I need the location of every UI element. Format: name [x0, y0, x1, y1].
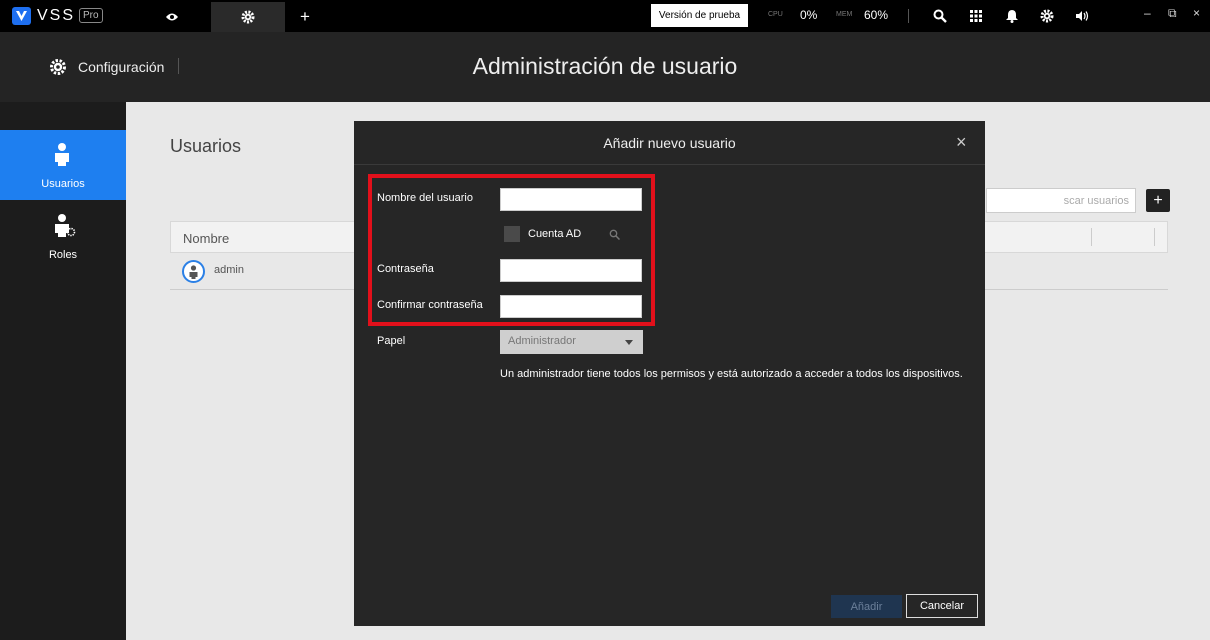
- notification-bell-icon[interactable]: [1004, 8, 1020, 24]
- ad-account-label: Cuenta AD: [528, 228, 582, 240]
- cancel-button[interactable]: Cancelar: [906, 594, 978, 618]
- add-tab-button[interactable]: +: [285, 2, 325, 32]
- sidebar-item-label: Roles: [48, 249, 78, 261]
- close-icon[interactable]: ×: [956, 133, 967, 151]
- add-button[interactable]: Añadir: [831, 595, 902, 618]
- column-divider: [1154, 228, 1155, 246]
- app-brand: VSS: [37, 7, 76, 24]
- role-label: Papel: [377, 335, 406, 347]
- trial-version-button[interactable]: Versión de prueba: [651, 4, 748, 27]
- top-bar: VSS Pro + Versión de prueba CPU 0% MEM 6…: [0, 0, 1210, 32]
- role-select[interactable]: Administrador: [500, 330, 643, 354]
- sidebar-item-roles[interactable]: Roles: [0, 201, 126, 271]
- gear-icon: [241, 10, 255, 24]
- role-description: Un administrador tiene todos los permiso…: [500, 368, 963, 380]
- topbar-divider: [908, 9, 909, 23]
- tab-settings[interactable]: [211, 2, 285, 32]
- dialog-header: Añadir nuevo usuario ×: [354, 121, 985, 165]
- sidebar-item-users[interactable]: Usuarios: [0, 130, 126, 200]
- content-title: Usuarios: [170, 136, 242, 156]
- search-icon[interactable]: [932, 8, 948, 24]
- confirm-password-field[interactable]: [500, 295, 642, 318]
- cpu-label: CPU: [768, 11, 783, 18]
- add-user-dialog: Añadir nuevo usuario × Nombre del usuari…: [354, 121, 985, 626]
- eye-icon: [166, 13, 178, 21]
- column-divider: [1091, 228, 1092, 246]
- apps-grid-icon[interactable]: [968, 8, 984, 24]
- search-users-input[interactable]: scar usuarios: [986, 188, 1136, 213]
- ad-account-checkbox[interactable]: [504, 226, 520, 242]
- username-field[interactable]: [500, 188, 642, 211]
- dialog-title: Añadir nuevo usuario: [603, 135, 736, 151]
- username-label: Nombre del usuario: [377, 192, 473, 204]
- minimize-button[interactable]: –: [1144, 6, 1151, 20]
- sidebar: Usuarios Roles: [0, 102, 126, 640]
- user-role-icon: [55, 214, 76, 237]
- search-icon[interactable]: [609, 229, 620, 240]
- volume-icon[interactable]: [1074, 8, 1090, 24]
- avatar: [182, 260, 205, 283]
- add-user-button[interactable]: +: [1146, 189, 1170, 212]
- mem-value: 60%: [864, 8, 889, 22]
- sidebar-item-label: Usuarios: [41, 178, 85, 190]
- user-avatar-icon: [189, 265, 198, 279]
- cpu-value: 0%: [800, 8, 818, 22]
- page-header: Configuración Administración de usuario: [0, 32, 1210, 102]
- user-name-cell: admin: [214, 264, 244, 276]
- app-edition-badge: Pro: [79, 8, 103, 23]
- vivotek-logo-icon: [12, 7, 31, 25]
- page-title: Administración de usuario: [472, 53, 738, 79]
- mem-label: MEM: [836, 11, 853, 18]
- password-field[interactable]: [500, 259, 642, 282]
- column-header-name[interactable]: Nombre: [183, 231, 229, 246]
- restore-button[interactable]: ⧉: [1168, 6, 1177, 21]
- settings-gear-icon[interactable]: [1039, 8, 1055, 24]
- password-label: Contraseña: [377, 263, 434, 275]
- close-window-button[interactable]: ×: [1193, 6, 1200, 20]
- search-placeholder: scar usuarios: [1063, 195, 1129, 207]
- user-icon: [55, 143, 69, 166]
- role-select-value: Administrador: [508, 335, 576, 347]
- tab-live-view[interactable]: [135, 2, 209, 32]
- confirm-password-label: Confirmar contraseña: [377, 299, 483, 311]
- chevron-down-icon: [625, 340, 633, 345]
